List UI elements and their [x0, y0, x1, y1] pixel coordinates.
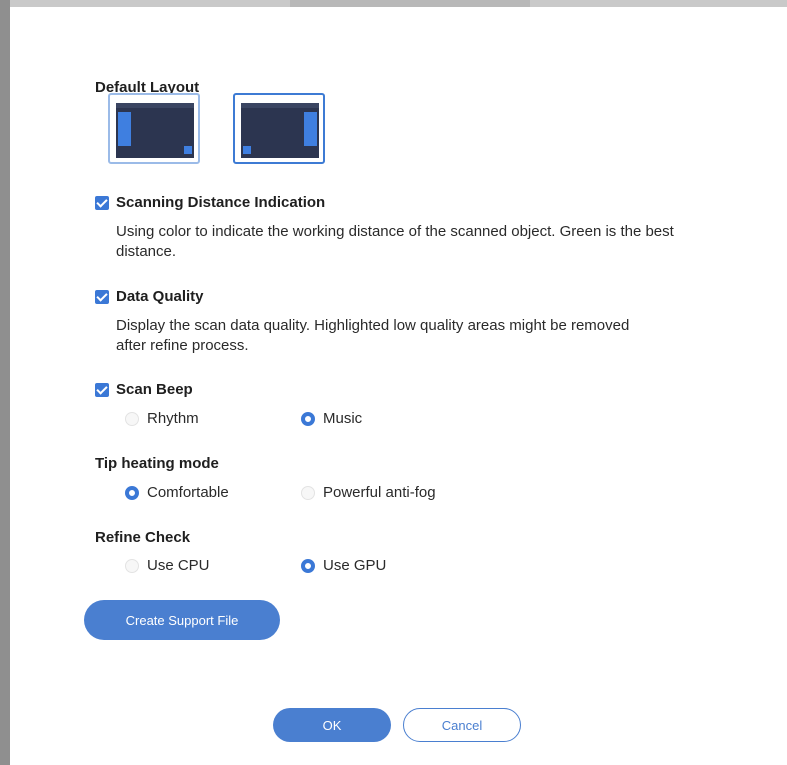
window-top-edge — [10, 0, 787, 7]
radio-use-gpu-label: Use GPU — [323, 557, 387, 574]
radio-powerful-anti-fog-label: Powerful anti-fog — [323, 484, 436, 501]
radio-use-cpu[interactable]: Use CPU — [125, 557, 210, 574]
scanning-distance-label: Scanning Distance Indication — [116, 194, 326, 211]
radio-rhythm[interactable]: Rhythm — [125, 410, 199, 427]
scan-beep-label: Scan Beep — [116, 381, 193, 398]
layout-thumbnail-right — [241, 103, 319, 158]
ok-button[interactable]: OK — [273, 708, 391, 742]
cancel-button[interactable]: Cancel — [403, 708, 521, 742]
radio-button-selected[interactable] — [125, 485, 139, 500]
scanning-distance-checkbox[interactable] — [95, 195, 109, 210]
radio-use-gpu[interactable]: Use GPU — [301, 557, 386, 574]
layout-thumbnail-left — [116, 103, 194, 158]
refine-check-title: Refine Check — [95, 529, 191, 546]
layout-option-sidebar-left[interactable] — [108, 93, 200, 164]
settings-window: Default Layout Scanning Distance Indicat… — [0, 0, 787, 765]
scanning-distance-description: Using color to indicate the working dist… — [116, 223, 674, 260]
radio-button-selected[interactable] — [301, 411, 315, 426]
scan-beep-checkbox[interactable] — [95, 382, 109, 397]
radio-comfortable-label: Comfortable — [147, 484, 229, 501]
data-quality-checkbox-row[interactable]: Data Quality — [95, 288, 204, 305]
radio-use-cpu-label: Use CPU — [147, 557, 210, 574]
tip-heating-title: Tip heating mode — [95, 455, 219, 472]
radio-button-unselected[interactable] — [301, 485, 315, 500]
radio-music[interactable]: Music — [301, 410, 362, 427]
create-support-file-button[interactable]: Create Support File — [84, 600, 280, 640]
radio-powerful-anti-fog[interactable]: Powerful anti-fog — [301, 484, 436, 501]
thumb-toolbar — [116, 103, 194, 108]
window-left-edge — [0, 0, 10, 765]
top-edge-segment — [290, 0, 530, 7]
thumb-right-panel — [304, 112, 317, 146]
thumb-corner-widget — [243, 146, 251, 154]
radio-comfortable[interactable]: Comfortable — [125, 484, 229, 501]
radio-rhythm-label: Rhythm — [147, 410, 199, 427]
scan-beep-checkbox-row[interactable]: Scan Beep — [95, 381, 193, 398]
layout-option-sidebar-right[interactable] — [233, 93, 325, 164]
data-quality-label: Data Quality — [116, 288, 204, 305]
radio-button-unselected[interactable] — [125, 411, 139, 426]
data-quality-checkbox[interactable] — [95, 289, 109, 304]
radio-button-selected[interactable] — [301, 558, 315, 573]
radio-music-label: Music — [323, 410, 363, 427]
radio-button-unselected[interactable] — [125, 558, 139, 573]
scanning-distance-checkbox-row[interactable]: Scanning Distance Indication — [95, 194, 325, 211]
thumb-left-panel — [118, 112, 131, 146]
thumb-toolbar — [241, 103, 319, 108]
thumb-corner-widget — [184, 146, 192, 154]
data-quality-description: Display the scan data quality. Highlight… — [116, 317, 630, 354]
